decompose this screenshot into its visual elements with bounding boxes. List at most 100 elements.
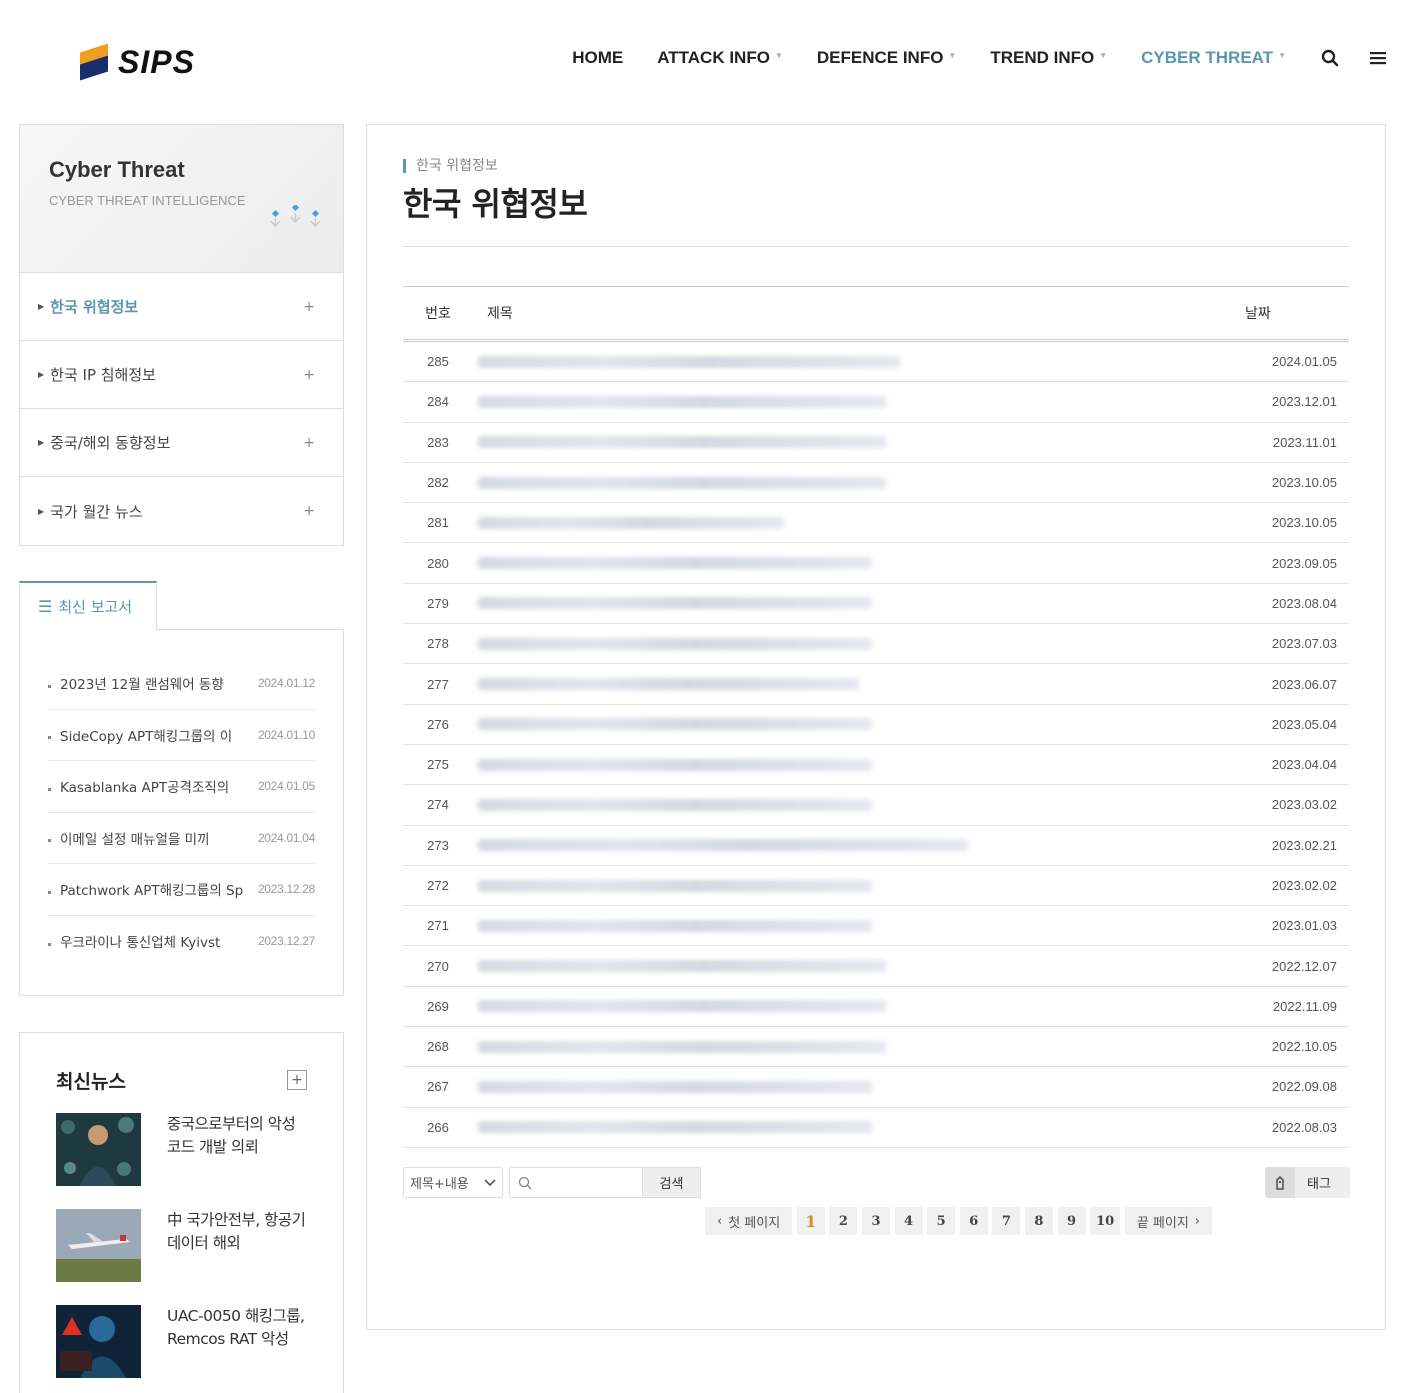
row-title-link[interactable]: [473, 664, 1239, 704]
search-icon: [518, 1176, 532, 1189]
page-button[interactable]: 1: [796, 1207, 825, 1235]
row-title-link[interactable]: [473, 986, 1239, 1027]
table-row[interactable]: 270 2022.12.07: [403, 946, 1349, 987]
first-page-button[interactable]: ‹ 첫 페이지: [705, 1207, 793, 1235]
table-row[interactable]: 281 2023.10.05: [403, 503, 1349, 544]
nav-cyber-threat[interactable]: CYBER THREAT ▼: [1141, 48, 1286, 68]
table-row[interactable]: 280 2023.09.05: [403, 543, 1349, 584]
search-input[interactable]: [509, 1167, 643, 1198]
table-row[interactable]: 279 2023.08.04: [403, 583, 1349, 625]
list-item[interactable]: Kasablanka APT공격조직의 2024.01.05: [48, 761, 315, 813]
list-item[interactable]: SideCopy APT해킹그룹의 이 2024.01.10: [48, 710, 315, 761]
row-title-link[interactable]: [473, 704, 1239, 744]
row-title-link[interactable]: [473, 906, 1239, 946]
row-title-link[interactable]: [473, 462, 1239, 503]
news-title: 최신뉴스: [56, 1071, 126, 1093]
row-title-link[interactable]: [473, 1107, 1239, 1147]
row-title-link[interactable]: [473, 785, 1239, 825]
page-button[interactable]: 8: [1024, 1207, 1053, 1235]
nav-home[interactable]: HOME: [572, 48, 623, 68]
sidebar-item-monthly-news[interactable]: ▶ 국가 월간 뉴스 +: [20, 477, 343, 545]
chevron-right-icon: ›: [1194, 1213, 1200, 1229]
row-number: 280: [427, 555, 449, 571]
news-item[interactable]: 中 국가안전부, 항공기 데이터 해외: [56, 1209, 307, 1282]
page-button[interactable]: 9: [1057, 1207, 1086, 1235]
chevron-down-icon: [484, 1178, 496, 1186]
row-title-link[interactable]: [473, 422, 1239, 462]
caret-down-icon: ▼: [1278, 50, 1286, 60]
list-item[interactable]: 2023년 12월 랜섬웨어 동향 2024.01.12: [48, 658, 315, 710]
plus-icon[interactable]: +: [303, 503, 315, 519]
table-row[interactable]: 283 2023.11.01: [403, 422, 1349, 463]
nav-trend-info[interactable]: TREND INFO ▼: [990, 48, 1107, 68]
site-logo[interactable]: SIPS: [80, 42, 195, 81]
tag-button[interactable]: 태그: [1265, 1167, 1350, 1198]
row-title-link[interactable]: [473, 865, 1239, 906]
plus-icon[interactable]: +: [303, 435, 315, 451]
table-row[interactable]: 266 2022.08.03: [403, 1107, 1349, 1148]
table-row[interactable]: 276 2023.05.04: [403, 704, 1349, 745]
list-item[interactable]: 이메일 설정 매뉴얼을 미끼 2024.01.04: [48, 813, 315, 864]
table-row[interactable]: 285 2024.01.05: [403, 342, 1349, 383]
row-date: 2022.11.09: [1272, 998, 1337, 1014]
nav-attack-info[interactable]: ATTACK INFO ▼: [657, 48, 783, 68]
row-title-link[interactable]: [473, 543, 1239, 583]
table-row[interactable]: 275 2023.04.04: [403, 744, 1349, 786]
page-button[interactable]: 6: [959, 1207, 988, 1235]
table-row[interactable]: 268 2022.10.05: [403, 1027, 1349, 1068]
plus-icon[interactable]: +: [303, 367, 315, 383]
table-row[interactable]: 274 2023.03.02: [403, 785, 1349, 826]
row-title-link[interactable]: [473, 503, 1239, 543]
row-title-link[interactable]: [473, 624, 1239, 664]
table-row[interactable]: 277 2023.06.07: [403, 664, 1349, 705]
sidebar-menu-box: Cyber Threat CYBER THREAT INTELLIGENCE ▶…: [19, 124, 344, 546]
page-button[interactable]: 5: [927, 1207, 956, 1235]
plus-icon[interactable]: +: [303, 299, 315, 315]
page-button[interactable]: 7: [992, 1207, 1021, 1235]
table-row[interactable]: 269 2022.11.09: [403, 986, 1349, 1028]
table-row[interactable]: 267 2022.09.08: [403, 1067, 1349, 1108]
row-title-link[interactable]: [473, 382, 1239, 422]
row-title-link[interactable]: [473, 946, 1239, 986]
row-title-link[interactable]: [473, 1067, 1239, 1107]
sidebar-item-china-overseas[interactable]: ▶ 중국/해외 동향정보 +: [20, 409, 343, 477]
row-title-link[interactable]: [473, 825, 1239, 865]
row-title-link[interactable]: [473, 342, 1239, 382]
row-number: 271: [427, 918, 449, 934]
list-item[interactable]: 우크라이나 통신업체 Kyivst 2023.12.27: [48, 916, 315, 968]
row-title-link[interactable]: [473, 744, 1239, 785]
row-date: 2024.01.05: [1271, 354, 1337, 370]
list-icon: ☰: [38, 597, 53, 616]
triangle-right-icon: ▶: [38, 370, 45, 379]
table-row[interactable]: 282 2023.10.05: [403, 462, 1349, 504]
logo-mark-icon: [80, 42, 110, 81]
row-date: 2023.01.03: [1271, 918, 1337, 934]
more-plus-icon[interactable]: +: [287, 1070, 307, 1090]
page-title: 한국 위협정보: [403, 185, 588, 223]
table-row[interactable]: 284 2023.12.01: [403, 382, 1349, 423]
list-item[interactable]: Patchwork APT해킹그룹의 Sp 2023.12.28: [48, 864, 315, 916]
page-button[interactable]: 2: [829, 1207, 858, 1235]
table-row[interactable]: 272 2023.02.02: [403, 865, 1349, 907]
search-bar: 제목+내용 검색: [403, 1167, 701, 1198]
table-row[interactable]: 271 2023.01.03: [403, 906, 1349, 947]
search-field-select[interactable]: 제목+내용: [403, 1167, 503, 1198]
table-row[interactable]: 278 2023.07.03: [403, 624, 1349, 665]
page-button[interactable]: 10: [1090, 1207, 1121, 1235]
page-button[interactable]: 4: [894, 1207, 923, 1235]
hamburger-menu-icon[interactable]: [1368, 48, 1388, 68]
nav-defence-info[interactable]: DEFENCE INFO ▼: [817, 48, 956, 68]
last-page-button[interactable]: 끝 페이지 ›: [1124, 1207, 1212, 1235]
sidebar-item-korea-threat[interactable]: ▶ 한국 위협정보 +: [20, 273, 343, 341]
row-number: 272: [427, 878, 449, 893]
page-button[interactable]: 3: [861, 1207, 890, 1235]
row-title-link[interactable]: [473, 1027, 1239, 1067]
tab-latest-reports[interactable]: ☰ 최신 보고서: [19, 581, 157, 630]
sidebar-item-korea-ip[interactable]: ▶ 한국 IP 침해정보 +: [20, 341, 343, 409]
search-button[interactable]: 검색: [643, 1167, 701, 1198]
row-title-link[interactable]: [473, 583, 1239, 624]
table-row[interactable]: 273 2023.02.21: [403, 825, 1349, 866]
news-item[interactable]: UAC-0050 해킹그룹, Remcos RAT 악성: [56, 1305, 307, 1378]
news-item[interactable]: 중국으로부터의 악성코드 개발 의뢰: [56, 1113, 307, 1186]
search-icon[interactable]: [1320, 48, 1340, 68]
